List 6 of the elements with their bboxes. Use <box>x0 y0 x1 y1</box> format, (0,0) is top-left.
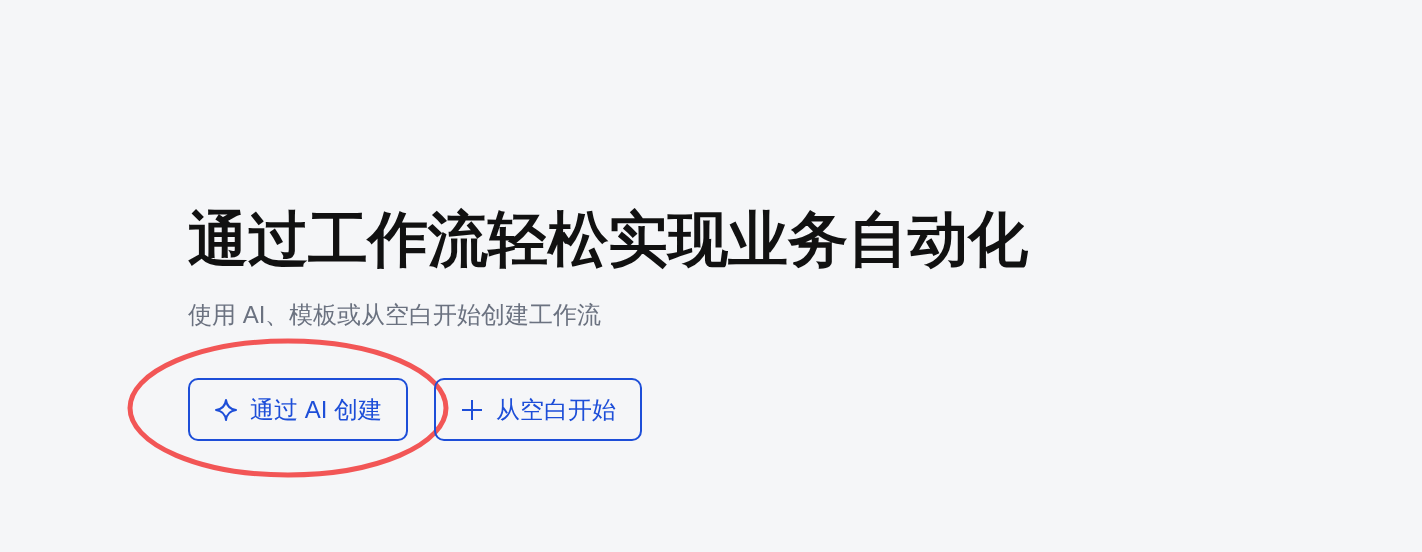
plus-icon <box>460 397 484 422</box>
sparkle-icon <box>214 397 238 422</box>
page-heading: 通过工作流轻松实现业务自动化 <box>188 205 1028 275</box>
start-blank-button[interactable]: 从空白开始 <box>434 378 642 441</box>
subtitle: 使用 AI、模板或从空白开始创建工作流 <box>188 300 602 330</box>
create-with-ai-button[interactable]: 通过 AI 创建 <box>188 378 408 441</box>
